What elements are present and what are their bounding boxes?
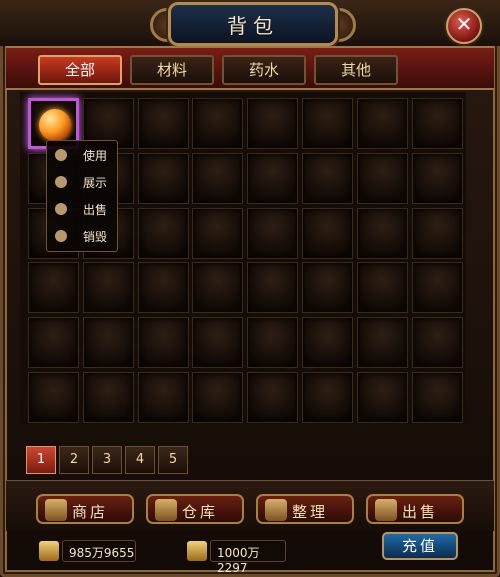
menu-item-label: 使用: [83, 149, 108, 163]
destroy-icon: [55, 230, 67, 242]
inventory-slot[interactable]: [247, 317, 299, 369]
warehouse-label: 仓库: [182, 503, 219, 521]
inventory-slot[interactable]: [302, 317, 353, 369]
sell-bag-icon: [375, 499, 397, 521]
inventory-slot[interactable]: [356, 317, 408, 369]
bound-gold-icon: [187, 541, 207, 561]
inventory-slot[interactable]: [302, 152, 353, 204]
inventory-slot[interactable]: [137, 98, 189, 149]
menu-item-label: 展示: [83, 176, 108, 190]
menu-item-destroy[interactable]: 销毁: [47, 224, 117, 250]
inventory-slot[interactable]: [137, 317, 189, 369]
menu-item-show[interactable]: 展示: [47, 170, 117, 196]
inventory-slot[interactable]: [247, 152, 299, 204]
inventory-slot[interactable]: [82, 262, 134, 314]
bound-gold-display: 1000万2297: [187, 540, 286, 575]
inventory-slot[interactable]: [247, 262, 299, 314]
menu-item-label: 出售: [83, 203, 108, 217]
sell-icon: [55, 203, 67, 215]
inventory-slot[interactable]: [82, 317, 134, 369]
page-button-4[interactable]: 4: [125, 446, 155, 474]
inventory-slot[interactable]: [192, 152, 244, 204]
inventory-slot[interactable]: [302, 262, 353, 314]
orange-orb-item[interactable]: [39, 109, 71, 141]
tab-potions[interactable]: 药水: [222, 55, 306, 85]
inventory-slot[interactable]: [192, 207, 244, 259]
inventory-slot[interactable]: [411, 207, 463, 259]
inventory-slot[interactable]: [192, 372, 244, 423]
page-button-1[interactable]: 1: [26, 446, 56, 474]
inventory-slot[interactable]: [247, 372, 299, 423]
tab-materials[interactable]: 材料: [130, 55, 214, 85]
inventory-slot[interactable]: [356, 372, 408, 423]
inventory-slot[interactable]: [137, 372, 189, 423]
inventory-slot[interactable]: [192, 317, 244, 369]
inventory-slot[interactable]: [302, 207, 353, 259]
close-button[interactable]: ✕: [446, 8, 482, 44]
inventory-slot[interactable]: [356, 262, 408, 314]
use-icon: [55, 149, 67, 161]
menu-item-sell[interactable]: 出售: [47, 197, 117, 223]
shop-label: 商店: [72, 503, 109, 521]
inventory-slot[interactable]: [356, 98, 408, 149]
inventory-slot[interactable]: [192, 98, 244, 149]
inventory-slot[interactable]: [137, 262, 189, 314]
title-plate: 背包: [168, 2, 338, 46]
tab-all[interactable]: 全部: [38, 55, 122, 85]
menu-item-label: 销毁: [83, 230, 108, 244]
inventory-slot[interactable]: [137, 152, 189, 204]
inventory-slot[interactable]: [411, 98, 463, 149]
inventory-slot[interactable]: [356, 207, 408, 259]
gold-ingot-icon: [39, 541, 59, 561]
gold-value: 985万9655: [69, 546, 135, 560]
inventory-slot[interactable]: [192, 262, 244, 314]
sort-button[interactable]: 整理: [256, 494, 354, 524]
close-icon: ✕: [455, 12, 473, 36]
tab-other[interactable]: 其他: [314, 55, 398, 85]
page-button-3[interactable]: 3: [92, 446, 122, 474]
inventory-slot[interactable]: [411, 152, 463, 204]
shop-button[interactable]: 商店: [36, 494, 134, 524]
item-context-menu: 使用 展示 出售 销毁: [46, 140, 118, 252]
inventory-slot[interactable]: [356, 152, 408, 204]
sell-button[interactable]: 出售: [366, 494, 464, 524]
window-title: 背包: [227, 14, 279, 38]
page-button-5[interactable]: 5: [158, 446, 188, 474]
inventory-slot[interactable]: [28, 372, 79, 423]
gold-display: 985万9655: [39, 540, 136, 562]
inventory-slot[interactable]: [411, 262, 463, 314]
shop-icon: [45, 499, 67, 521]
menu-item-use[interactable]: 使用: [47, 143, 117, 169]
sort-label: 整理: [292, 503, 329, 521]
inventory-slot[interactable]: [411, 317, 463, 369]
inventory-slot[interactable]: [137, 207, 189, 259]
inventory-slot[interactable]: [82, 372, 134, 423]
sort-icon: [265, 499, 287, 521]
inventory-slot[interactable]: [28, 262, 79, 314]
inventory-slot[interactable]: [302, 372, 353, 423]
inventory-slot[interactable]: [28, 317, 79, 369]
page-button-2[interactable]: 2: [59, 446, 89, 474]
inventory-slot[interactable]: [302, 98, 353, 149]
show-icon: [55, 176, 67, 188]
bound-gold-value: 1000万2297: [217, 546, 260, 575]
warehouse-button[interactable]: 仓库: [146, 494, 244, 524]
inventory-slot[interactable]: [247, 98, 299, 149]
sell-label: 出售: [402, 503, 439, 521]
warehouse-icon: [155, 499, 177, 521]
recharge-button[interactable]: 充值: [382, 532, 458, 560]
inventory-slot[interactable]: [247, 207, 299, 259]
inventory-slot[interactable]: [411, 372, 463, 423]
